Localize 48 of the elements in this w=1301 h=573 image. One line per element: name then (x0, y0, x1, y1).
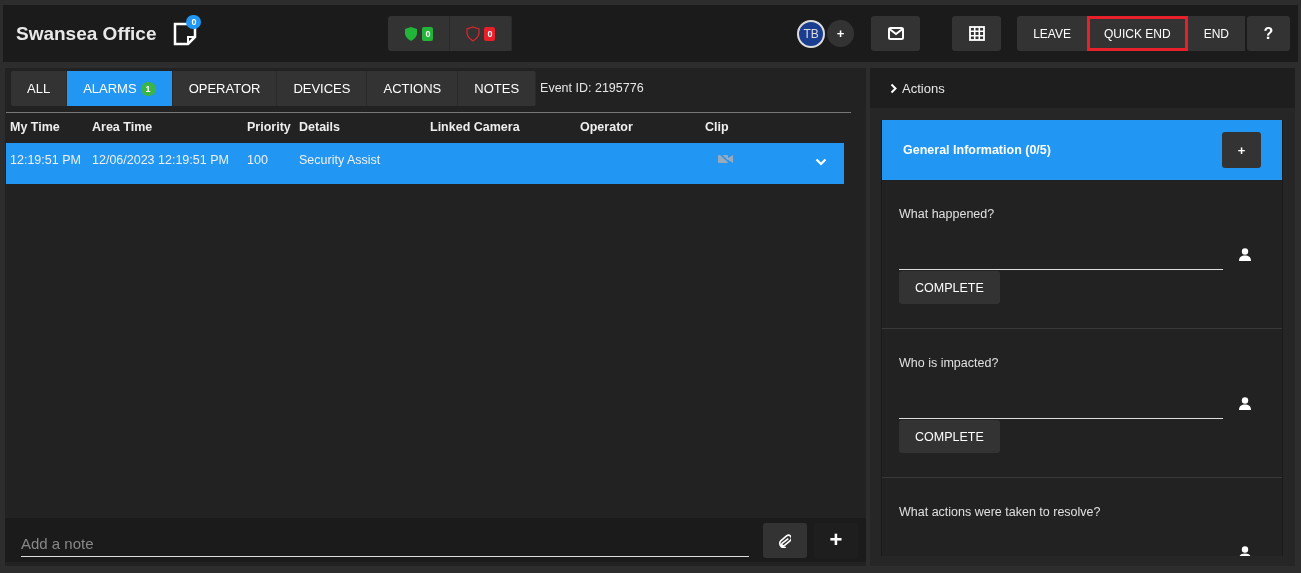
table-cell-text: 12/06/2023 12:19:51 PM (91, 152, 230, 169)
column-header: My Time (9, 119, 61, 136)
column-header: Area Time (91, 119, 154, 136)
add-button[interactable]: + (1222, 132, 1261, 168)
column-header: Details (298, 119, 341, 136)
grid-view-button[interactable] (952, 16, 1002, 51)
note-icon (172, 20, 199, 47)
person-icon (1239, 397, 1251, 410)
complete-button[interactable]: COMPLETE (899, 271, 1000, 304)
shield-outline-icon (466, 25, 481, 42)
question-label: Who is impacted? (899, 356, 1000, 370)
toolbar-button[interactable]: ? (1247, 16, 1290, 51)
complete-button[interactable]: COMPLETE (899, 420, 1000, 453)
person-icon (1239, 546, 1251, 556)
section-title: General Information (0/5) (903, 143, 1051, 157)
count-badge: 1 (140, 81, 156, 96)
question-label: What actions were taken to resolve? (899, 505, 1102, 519)
count-badge: 0 (484, 26, 496, 41)
message-button[interactable] (871, 16, 921, 51)
toolbar-button[interactable]: END (1187, 16, 1245, 51)
event-id: Event ID: 2195776 (540, 81, 644, 95)
site-title: Swansea Office (16, 22, 157, 45)
note-input[interactable]: Add a note (21, 531, 749, 557)
add-operator-button[interactable]: + (827, 20, 855, 47)
chevron-right-icon (890, 82, 897, 94)
shield-icon (404, 25, 419, 42)
video-off-icon (717, 153, 734, 165)
person-icon (1239, 248, 1251, 261)
table-cell-text: Security Assist (298, 152, 382, 169)
toolbar-button[interactable]: QUICK END (1086, 16, 1188, 51)
operator-avatar[interactable]: TB (797, 19, 826, 48)
chevron-down-icon (815, 158, 827, 166)
column-header: Linked Camera (429, 119, 521, 136)
attach-button[interactable] (763, 522, 807, 558)
panel-title[interactable]: Actions (902, 80, 945, 96)
tab[interactable]: ALL (11, 71, 68, 106)
table-cell-text: 100 (246, 152, 269, 169)
paperclip-icon (779, 532, 791, 548)
column-header: Operator (579, 119, 634, 136)
notes-count-badge: 0 (186, 14, 202, 29)
table-cell-text: 12:19:51 PM (9, 152, 82, 169)
count-badge: 0 (422, 26, 434, 41)
column-header: Clip (704, 119, 730, 136)
toolbar-button[interactable]: LEAVE (1017, 16, 1087, 51)
envelope-icon (887, 27, 904, 40)
column-header: Priority (246, 119, 292, 136)
grid-icon (968, 26, 985, 41)
question-label: What happened? (899, 207, 996, 221)
